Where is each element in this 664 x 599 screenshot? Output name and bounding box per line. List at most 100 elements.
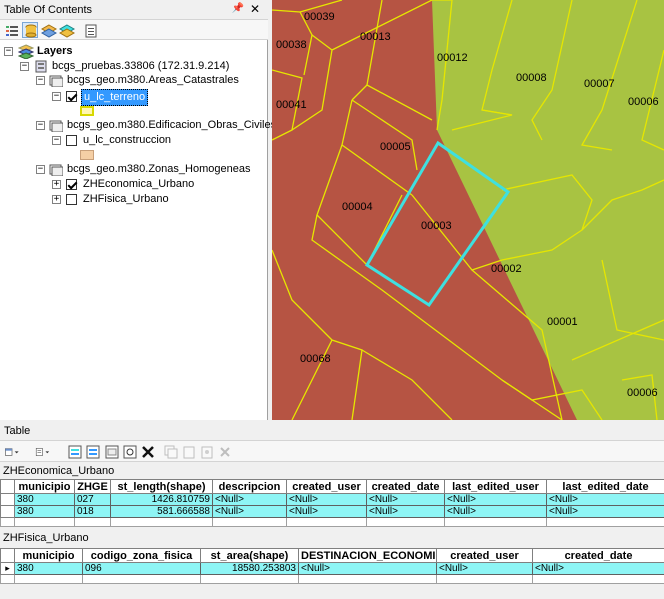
collapse-toggle[interactable]: − [52, 92, 61, 101]
construccion-symbol[interactable] [80, 150, 94, 160]
collapse-toggle[interactable]: − [36, 121, 45, 130]
column-header[interactable]: last_edited_date [546, 479, 664, 494]
column-header[interactable]: last_edited_user [444, 479, 547, 494]
table-cell[interactable]: 380 [14, 505, 75, 518]
paste-icon[interactable] [180, 443, 196, 459]
collapse-toggle[interactable]: − [4, 47, 13, 56]
tree-item-layer-zhfisica[interactable]: + ZHFisica_Urbano [52, 192, 232, 207]
collapse-toggle[interactable]: − [36, 76, 45, 85]
related-tables-icon[interactable] [34, 443, 60, 459]
table-cell[interactable]: <Null> [212, 493, 287, 506]
group-label: bcgs_geo.m380.Areas_Catastrales [67, 74, 239, 86]
collapse-toggle[interactable]: − [36, 165, 45, 174]
table-cell[interactable]: <Null> [286, 493, 367, 506]
table-cell[interactable]: <Null> [444, 505, 547, 518]
list-by-visibility-icon[interactable] [40, 22, 58, 38]
collapse-toggle[interactable]: − [52, 136, 61, 145]
parcel-label: 00006 [628, 96, 659, 108]
tree-item-layer-construccion[interactable]: − u_lc_construccion [52, 133, 202, 148]
layer-visibility-checkbox[interactable] [66, 194, 77, 205]
expand-toggle[interactable]: + [52, 180, 61, 189]
collapse-toggle[interactable]: − [20, 62, 29, 71]
layer-visibility-checkbox[interactable] [66, 91, 77, 102]
column-header[interactable]: ZHGE [74, 479, 111, 494]
list-by-source-icon[interactable] [22, 22, 38, 38]
column-header[interactable]: created_user [286, 479, 367, 494]
table-tab-zhfisica[interactable]: ZHFisica_Urbano [0, 530, 664, 546]
tree-item-group-edificacion[interactable]: − bcgs_geo.m380.Edificacion_Obras_Civile… [36, 118, 276, 133]
layer-label-selected: u_lc_terreno [81, 89, 149, 106]
table-cell[interactable]: <Null> [366, 505, 445, 518]
column-header[interactable]: st_area(shape) [200, 548, 299, 563]
table-cell[interactable]: <Null> [298, 562, 437, 575]
tree-item-group-zonas[interactable]: − bcgs_geo.m380.Zonas_Homogeneas [36, 162, 266, 177]
column-header[interactable]: codigo_zona_fisica [82, 548, 201, 563]
table-row[interactable]: 380 018 581.666588 <Null> <Null> <Null> … [0, 505, 664, 518]
column-header[interactable]: st_length(shape) [110, 479, 213, 494]
column-header[interactable]: created_user [436, 548, 533, 563]
tree-item-group-areas[interactable]: − bcgs_geo.m380.Areas_Catastrales [36, 73, 266, 88]
table-row[interactable]: ▸ 380 096 18580.253803 <Null> <Null> <Nu… [0, 562, 664, 575]
table-cell[interactable]: 581.666588 [110, 505, 213, 518]
database-label: bcgs_pruebas.33806 (172.31.9.214) [52, 60, 230, 72]
parcel-label: 00003 [421, 220, 452, 232]
table-cell[interactable]: <Null> [532, 562, 664, 575]
row-selector-header [0, 548, 15, 563]
table-options-icon[interactable] [3, 443, 27, 459]
attachments-icon[interactable] [198, 443, 214, 459]
current-row-marker[interactable]: ▸ [0, 562, 15, 575]
tree-item-layer-terreno[interactable]: − u_lc_terreno [52, 89, 202, 106]
table-cell[interactable]: <Null> [546, 493, 664, 506]
table-title: Table [0, 423, 664, 439]
list-by-drawing-order-icon[interactable] [3, 22, 19, 38]
expand-toggle[interactable]: + [52, 195, 61, 204]
zoom-to-selected-icon[interactable] [121, 443, 137, 459]
table-row[interactable]: 380 027 1426.810759 <Null> <Null> <Null>… [0, 493, 664, 506]
table-cell[interactable]: <Null> [212, 505, 287, 518]
table-cell[interactable]: <Null> [546, 505, 664, 518]
group-label: bcgs_geo.m380.Edificacion_Obras_Civiles [67, 119, 277, 131]
layer-visibility-checkbox[interactable] [66, 179, 77, 190]
table-cell[interactable]: <Null> [444, 493, 547, 506]
table-tab-zheconomica[interactable]: ZHEconomica_Urbano [0, 463, 664, 479]
list-by-selection-icon[interactable] [58, 22, 76, 38]
layer-visibility-checkbox[interactable] [66, 135, 77, 146]
parcel-label: 00005 [380, 141, 411, 153]
map-view[interactable]: 00039 00038 00013 00012 00008 00007 0000… [272, 0, 664, 420]
table-cell[interactable]: 027 [74, 493, 111, 506]
parcel-label: 00001 [547, 316, 578, 328]
terreno-symbol[interactable] [80, 106, 94, 116]
row-selector[interactable] [0, 505, 15, 518]
parcel-label: 00006 [627, 387, 658, 399]
table-cell[interactable]: 380 [14, 493, 75, 506]
table-cell[interactable]: 380 [14, 562, 83, 575]
pin-icon[interactable]: 📌 [232, 3, 244, 14]
tree-item-layers[interactable]: − Layers [4, 44, 254, 60]
delete-selected-icon[interactable] [139, 443, 155, 459]
select-by-attributes-icon[interactable] [66, 443, 82, 459]
table-cell[interactable]: <Null> [366, 493, 445, 506]
column-header[interactable]: municipio [14, 548, 83, 563]
row-selector[interactable] [0, 493, 15, 506]
table-cell[interactable]: <Null> [436, 562, 533, 575]
tree-item-database[interactable]: − bcgs_pruebas.33806 (172.31.9.214) [20, 59, 260, 74]
column-header[interactable]: municipio [14, 479, 75, 494]
switch-selection-icon[interactable] [84, 443, 100, 459]
table-cell[interactable]: 1426.810759 [110, 493, 213, 506]
column-header[interactable]: created_date [366, 479, 445, 494]
map-canvas[interactable]: 00039 00038 00013 00012 00008 00007 0000… [272, 0, 664, 420]
tree-item-layer-zheconomica[interactable]: + ZHEconomica_Urbano [52, 177, 232, 192]
copy-icon[interactable] [162, 443, 178, 459]
close-icon[interactable]: ✕ [250, 2, 260, 16]
table-cell[interactable]: <Null> [286, 505, 367, 518]
column-header[interactable]: descripcion [212, 479, 287, 494]
options-icon[interactable] [82, 22, 98, 38]
table-cell[interactable]: 018 [74, 505, 111, 518]
table-cell[interactable]: 18580.253803 [200, 562, 299, 575]
table-cell[interactable]: 096 [82, 562, 201, 575]
close-table-icon[interactable] [216, 443, 232, 459]
column-header[interactable]: created_date [532, 548, 664, 563]
column-header[interactable]: DESTINACION_ECONOMICA [298, 548, 437, 563]
clear-selection-icon[interactable] [103, 443, 119, 459]
table-toolbar [0, 440, 664, 462]
